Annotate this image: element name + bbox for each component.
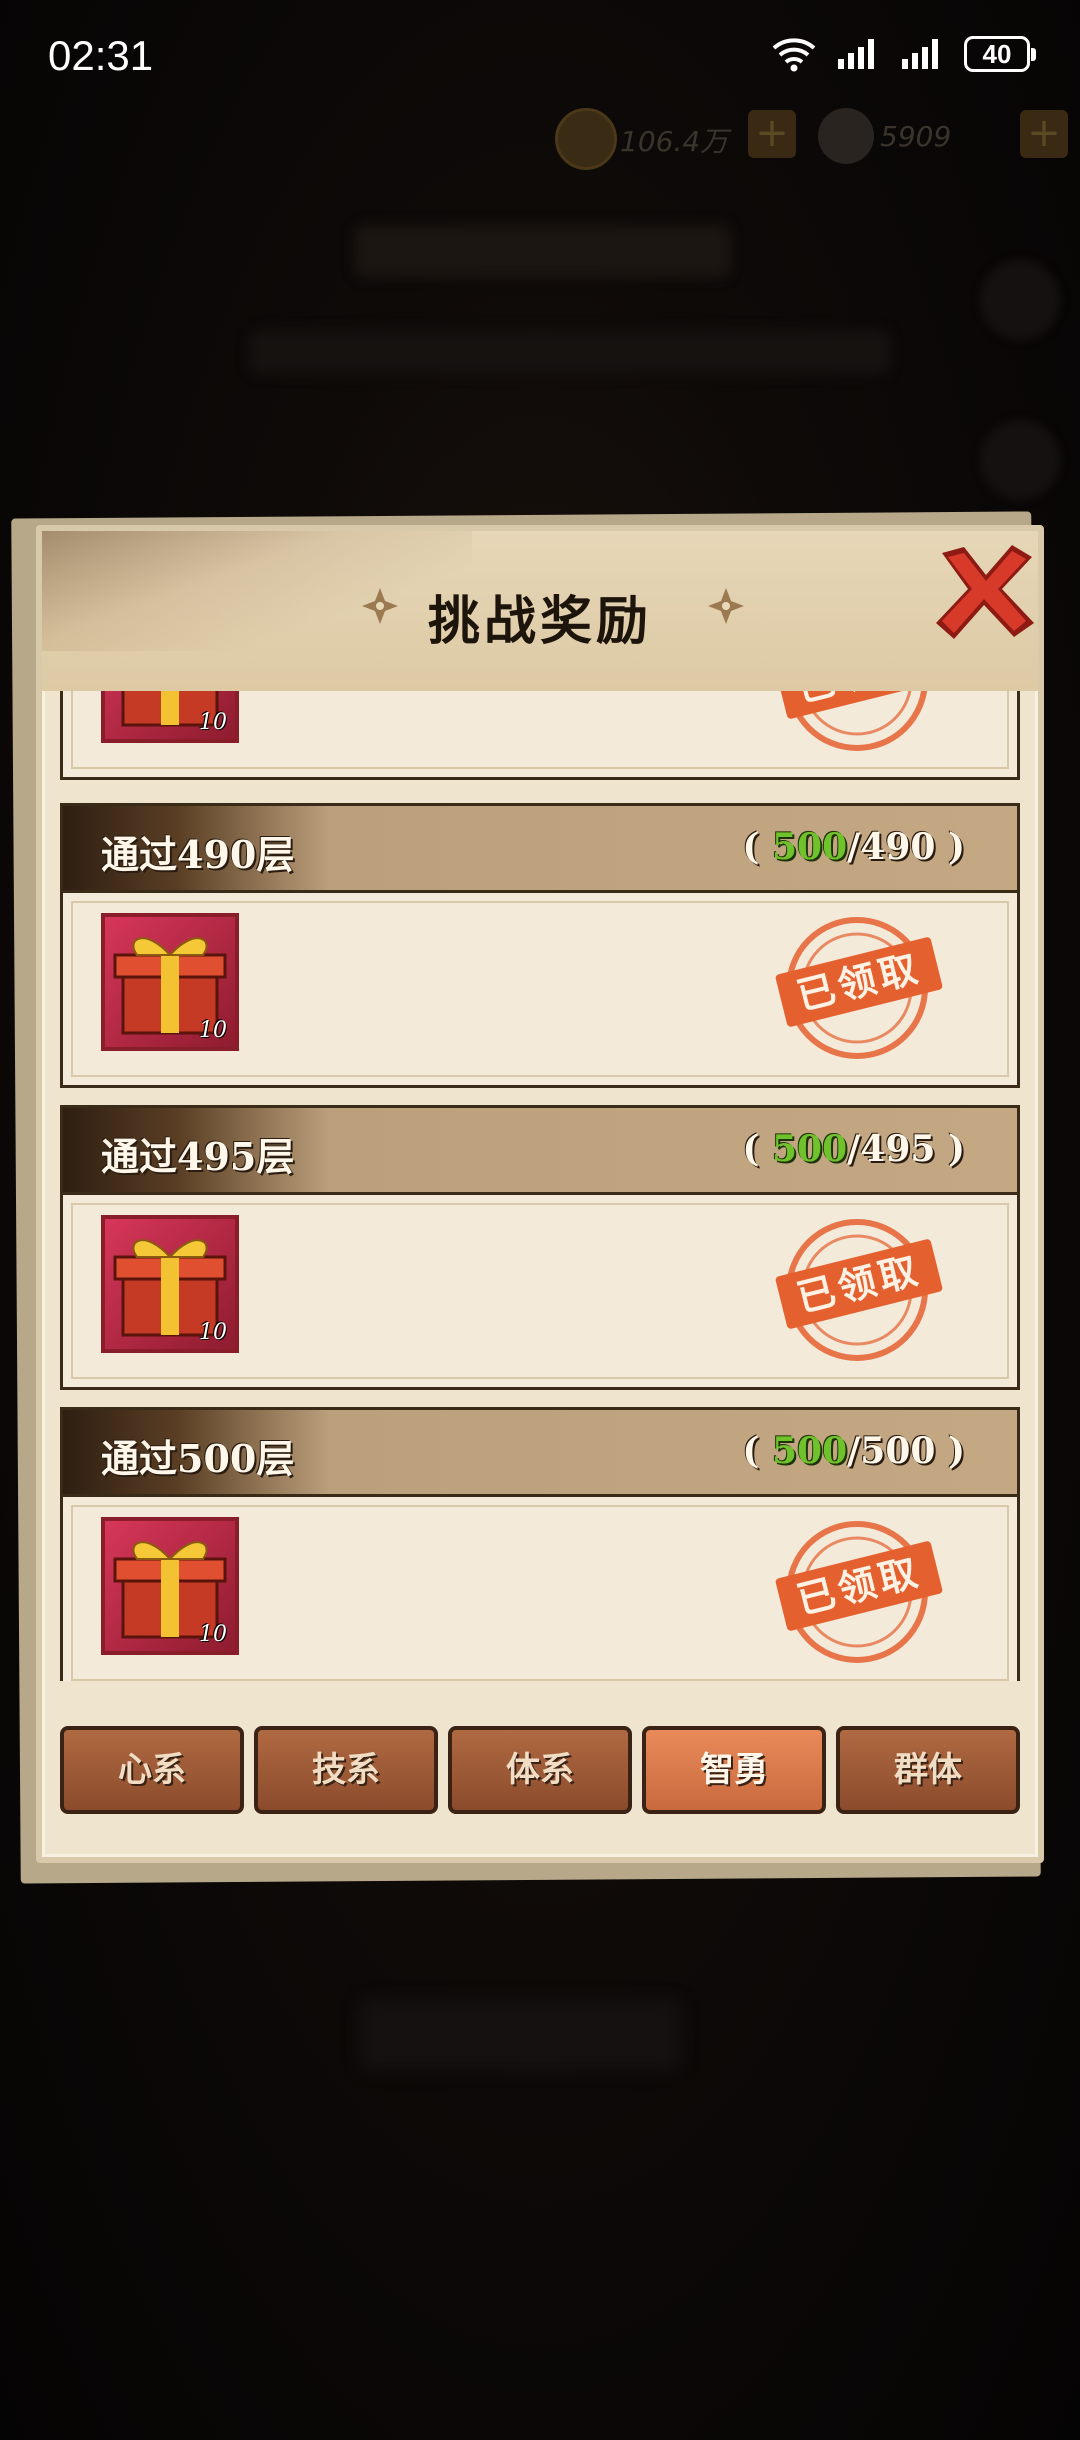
item-count: 10 — [199, 1320, 227, 1345]
status-icons: 40 — [770, 36, 1036, 72]
gem-amount: 5909 — [880, 120, 952, 153]
reward-card-body: 10 已领取 — [63, 1195, 1017, 1387]
reward-progress: ( 500/500 ) — [742, 1430, 965, 1472]
reward-progress: ( 500/495 ) — [742, 1128, 965, 1170]
claimed-stamp: 已领取 — [767, 1517, 947, 1667]
reward-title: 通过490层 — [101, 832, 295, 877]
close-button[interactable] — [924, 531, 1044, 651]
reward-list[interactable]: 10 已领取 通过490层 ( 500/490 ) — [60, 691, 1020, 1681]
reward-card-header: 通过500层 ( 500/500 ) — [63, 1410, 1017, 1497]
progress-current: 500 — [771, 1128, 848, 1170]
reward-title: 通过495层 — [101, 1134, 295, 1179]
tab-wisdom-courage[interactable]: 智勇 — [642, 1726, 826, 1814]
dialog-title: 挑战奖励 — [427, 591, 652, 652]
background-bottom-button — [360, 2000, 680, 2070]
progress-current: 500 — [771, 826, 848, 868]
signal-icon — [836, 37, 882, 71]
gift-box-item[interactable]: 10 — [101, 1517, 239, 1655]
shuriken-icon — [708, 588, 744, 624]
reward-card-header: 通过490层 ( 500/490 ) — [63, 806, 1017, 893]
status-bar: 02:31 40 — [0, 0, 1080, 120]
tab-group[interactable]: 群体 — [836, 1726, 1020, 1814]
background-side-icon — [980, 420, 1060, 500]
dialog-header: 挑战奖励 — [42, 531, 1038, 691]
reward-title: 通过500层 — [101, 1436, 295, 1481]
reward-card-body: 10 已领取 — [63, 893, 1017, 1085]
progress-total: /490 — [847, 826, 936, 868]
status-time: 02:31 — [48, 32, 154, 79]
progress-total: /500 — [847, 1430, 936, 1472]
background-subtitle — [250, 330, 890, 374]
signal-icon — [900, 37, 946, 71]
gift-box-item[interactable]: 10 — [101, 691, 239, 743]
claimed-stamp: 已领取 — [767, 913, 947, 1063]
progress-total: /495 — [847, 1128, 936, 1170]
claimed-stamp: 已领取 — [767, 1215, 947, 1365]
reward-card: 通过500层 ( 500/500 ) 10 已领取 — [60, 1407, 1020, 1681]
item-count: 10 — [199, 710, 227, 735]
item-count: 10 — [199, 1622, 227, 1647]
tab-heart[interactable]: 心系 — [60, 1726, 244, 1814]
background-title — [355, 225, 730, 277]
reward-card: 通过490层 ( 500/490 ) 10 已领取 — [60, 803, 1020, 1088]
reward-card-body: 10 已领取 — [63, 1497, 1017, 1681]
challenge-reward-dialog: 挑战奖励 10 通过490层 (500/490) 10 已领取 通过495层… — [36, 525, 1044, 1863]
gift-box-item[interactable]: 10 — [101, 913, 239, 1051]
claimed-stamp: 已领取 — [767, 691, 947, 755]
reward-card-body: 10 已领取 — [63, 691, 1017, 777]
battery-icon: 40 — [964, 36, 1036, 72]
progress-current: 500 — [771, 1430, 848, 1472]
category-tab-bar: 心系 技系 体系 智勇 群体 — [60, 1726, 1020, 1816]
reward-card: 10 已领取 — [60, 691, 1020, 780]
reward-card: 通过495层 ( 500/495 ) 10 已领取 — [60, 1105, 1020, 1390]
item-count: 10 — [199, 1018, 227, 1043]
reward-card-header: 通过495层 ( 500/495 ) — [63, 1108, 1017, 1195]
tab-skill[interactable]: 技系 — [254, 1726, 438, 1814]
wifi-icon — [770, 36, 818, 72]
tab-body[interactable]: 体系 — [448, 1726, 632, 1814]
gift-box-item[interactable]: 10 — [101, 1215, 239, 1353]
coin-amount: 106.4万 — [620, 125, 729, 158]
reward-progress: ( 500/490 ) — [742, 826, 965, 868]
background-side-icon — [980, 260, 1060, 340]
